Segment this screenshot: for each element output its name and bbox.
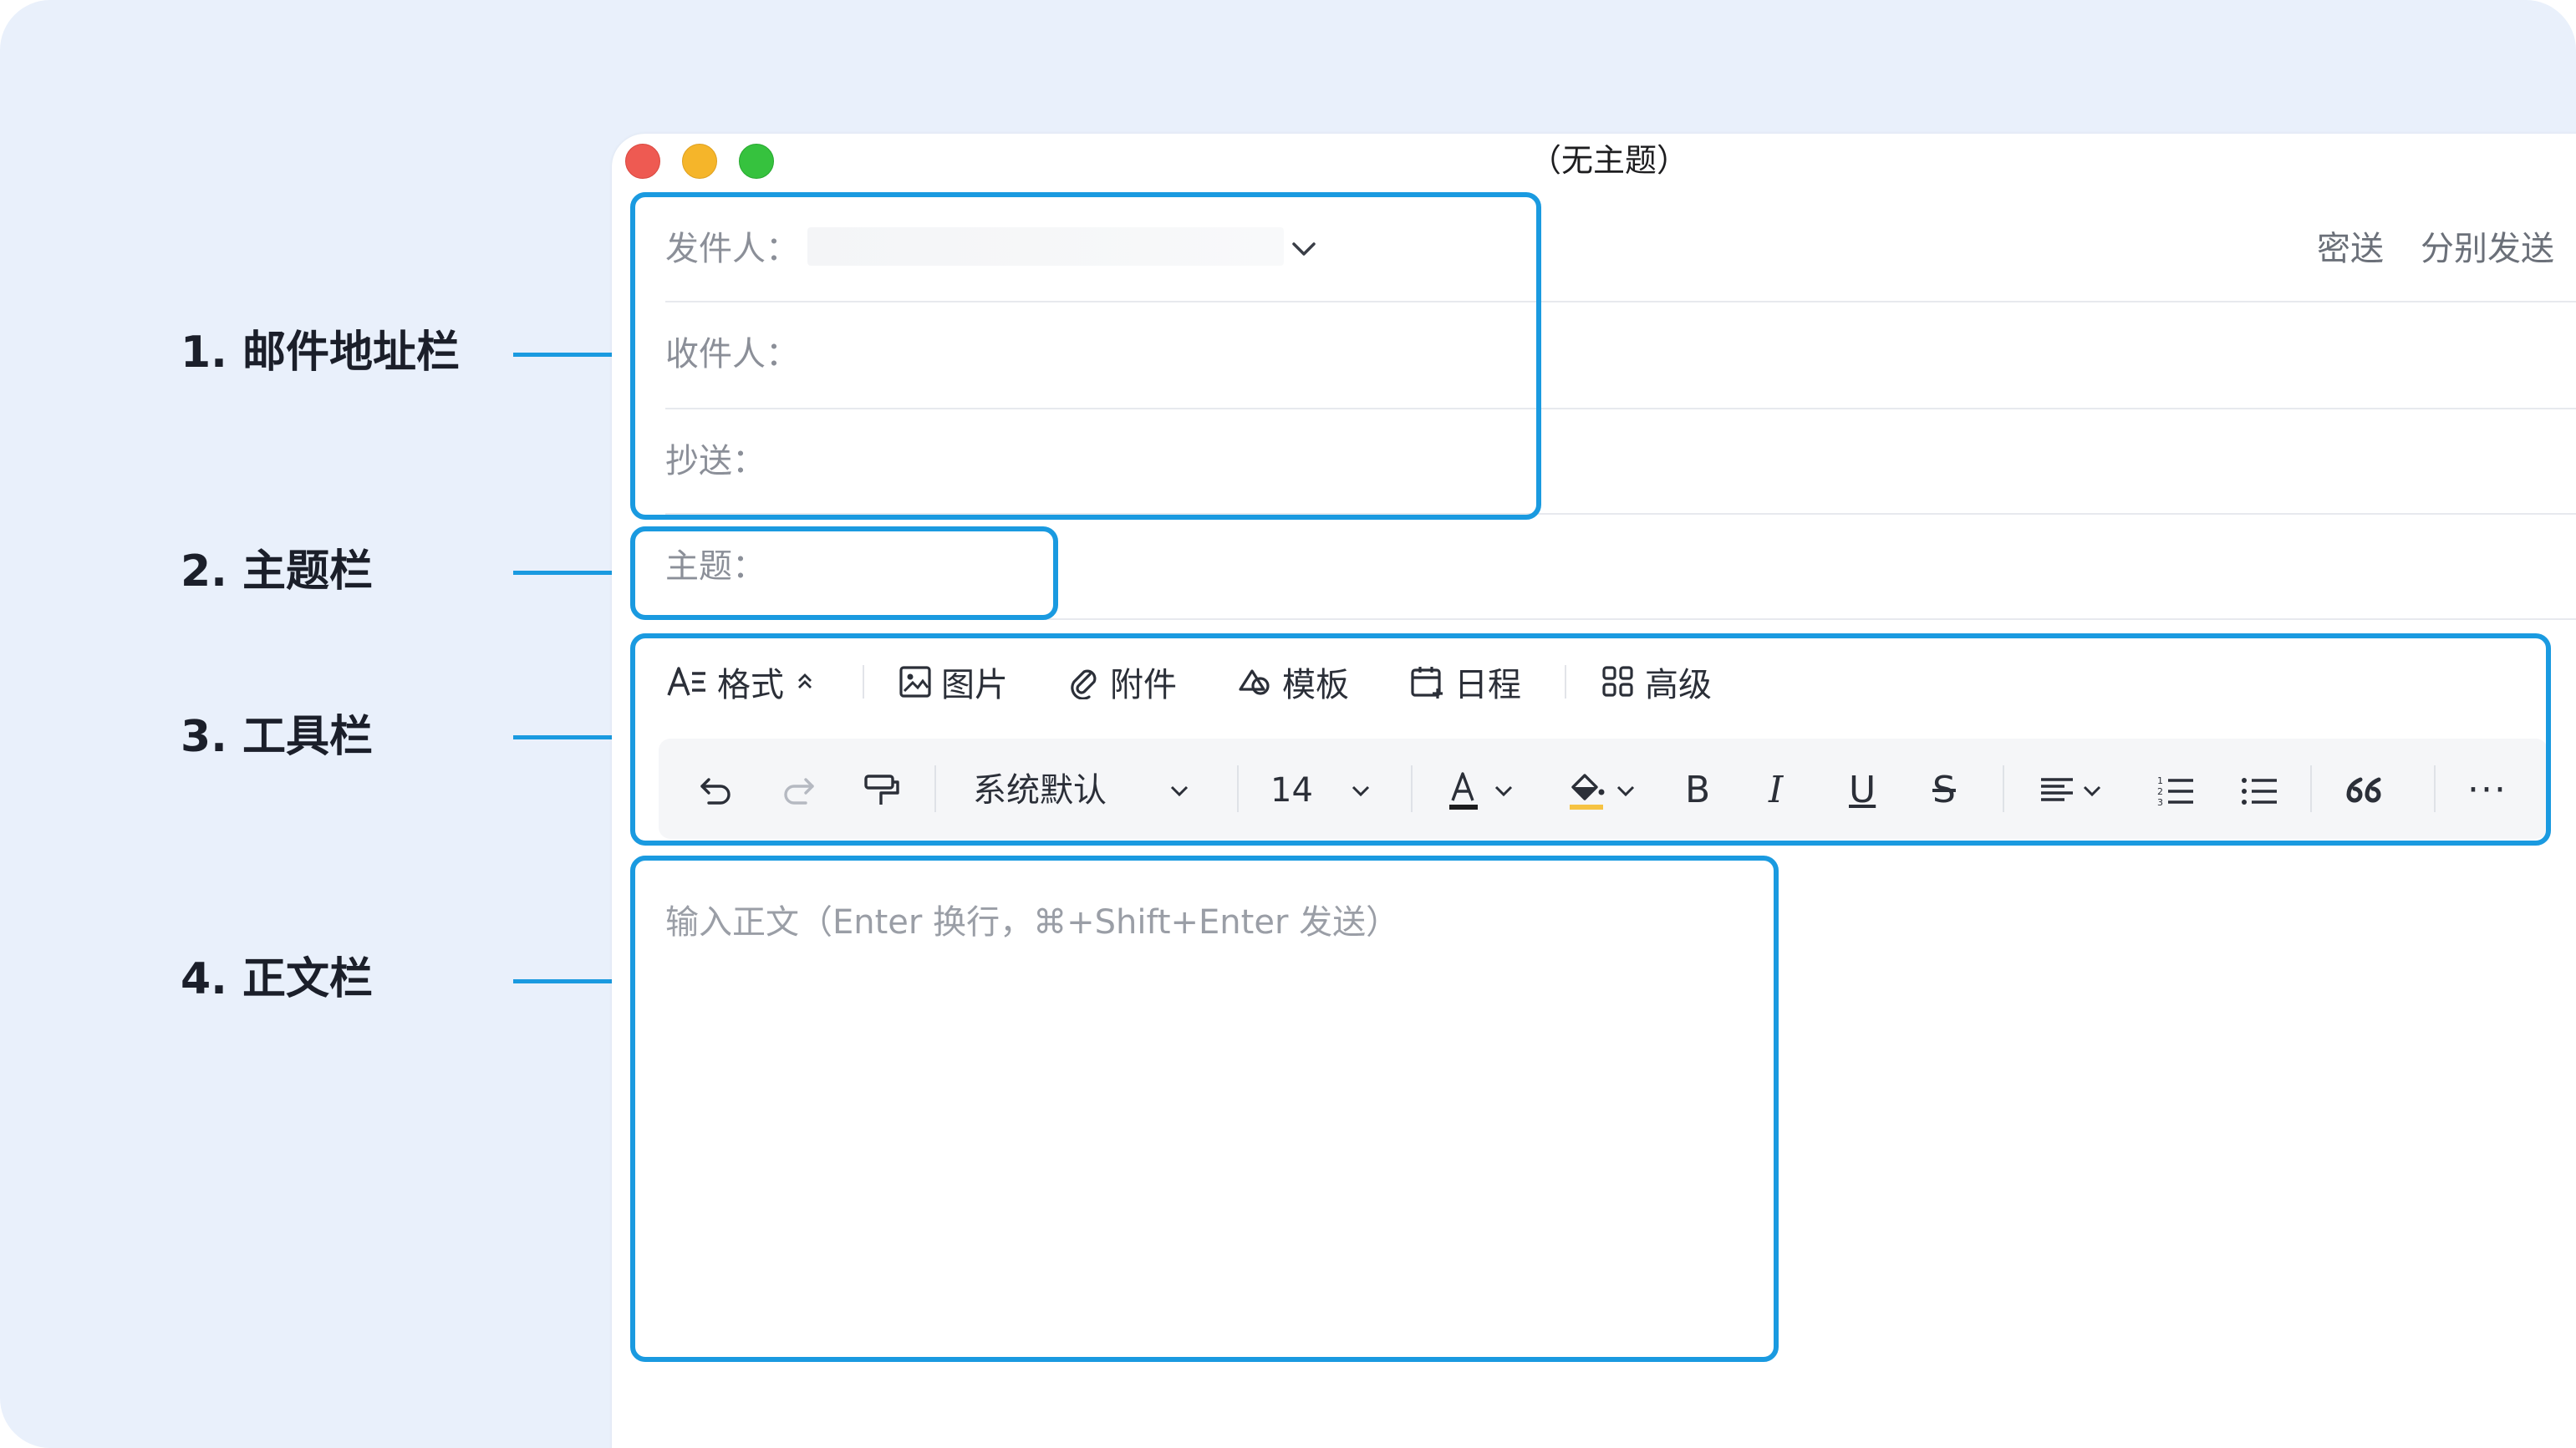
cc-input[interactable] [769,433,2474,486]
more-options-button[interactable]: ··· [2467,767,2507,814]
subject-input[interactable] [769,538,2474,592]
advanced-label: 高级 [1645,666,1712,704]
annotation-subject-bar-label: 2. 主题栏 [181,546,374,597]
body-editor[interactable] [640,869,1769,1352]
toolbar-separator [1411,765,1413,812]
align-button[interactable] [2036,767,2106,814]
chevron-down-icon [2083,785,2101,797]
format-painter-icon [864,775,899,805]
chevron-up-double-icon [798,673,812,688]
format-label: 格式 [717,666,784,704]
separate-send-button[interactable]: 分别发送 [2421,227,2554,271]
close-window-button[interactable] [625,144,660,179]
undo-button[interactable] [695,767,737,814]
sender-select[interactable] [807,227,1284,266]
window-title: （无主题） [1530,142,1689,179]
format-painter-button[interactable] [861,767,903,814]
toolbar-separator [1565,665,1566,699]
recipient-input[interactable] [807,326,2479,379]
toolbar-separator [1237,765,1239,812]
image-icon [899,666,931,698]
subject-label: 主题： [665,547,766,586]
underline-button[interactable]: U [1849,767,1876,814]
schedule-label: 日程 [1454,666,1521,704]
text-color-button[interactable] [1443,767,1518,814]
recipient-label: 收件人： [665,335,799,373]
redo-icon [784,778,814,805]
annotation-address-bar-label: 1. 邮件地址栏 [181,328,461,378]
toolbar-separator [863,665,864,699]
cc-label: 抄送： [665,442,766,480]
font-size-select[interactable]: 14 [1270,767,1375,814]
quote-button[interactable] [2344,767,2385,814]
bold-icon: B [1685,769,1711,811]
undo-icon [700,778,731,805]
text-color-icon [1449,772,1478,810]
toolbar-separator [934,765,936,812]
more-icon: ··· [2467,769,2507,811]
font-size-value: 14 [1270,771,1313,810]
svg-text:3: 3 [2157,797,2163,808]
toolbar-separator [2310,765,2312,812]
divider [665,408,2576,409]
grid-icon [1602,666,1633,697]
advanced-button[interactable]: 高级 [1600,660,1712,704]
divider [665,513,2576,515]
annotation-toolbar-label: 3. 工具栏 [181,712,374,762]
italic-button[interactable]: I [1769,767,1783,814]
calendar-icon [1411,667,1443,699]
divider [665,618,2576,620]
text-format-icon [667,667,705,696]
font-family-select[interactable]: 系统默认 [973,767,1194,814]
template-label: 模板 [1282,666,1349,704]
unordered-list-button[interactable] [2238,767,2280,814]
insert-image-button[interactable]: 图片 [898,660,1008,704]
strikethrough-icon: S [1932,769,1956,811]
font-family-value: 系统默认 [973,771,1107,810]
chevron-down-icon [1616,785,1635,797]
attachment-label: 附件 [1110,666,1177,704]
svg-text:2: 2 [2157,786,2163,797]
redo-button[interactable] [777,767,819,814]
svg-text:1: 1 [2157,775,2163,786]
highlight-color-button[interactable] [1565,767,1640,814]
image-label: 图片 [941,666,1008,704]
format-toggle-button[interactable]: 格式 [665,660,826,704]
toolbar-separator [2434,765,2436,812]
quote-icon [2346,777,2381,803]
underline-icon: U [1849,769,1876,811]
zoom-window-button[interactable] [739,144,774,179]
ordered-list-button[interactable]: 1 2 3 [2155,767,2197,814]
paint-bucket-icon [1570,774,1605,810]
align-left-icon [2041,778,2073,801]
bcc-button[interactable]: 密送 [2317,227,2384,271]
chevron-down-icon [1352,785,1369,797]
divider [665,301,2576,302]
schedule-button[interactable]: 日程 [1409,660,1521,704]
paperclip-icon [1071,669,1097,699]
toolbar-separator [2003,765,2004,812]
annotation-body-label: 4. 正文栏 [181,954,374,1004]
chevron-down-icon [1494,785,1513,797]
strikethrough-button[interactable]: S [1932,767,1956,814]
attachment-button[interactable]: 附件 [1067,660,1177,704]
italic-icon: I [1769,769,1784,811]
ordered-list-icon: 1 2 3 [2157,775,2193,808]
template-icon [1239,669,1270,695]
minimize-window-button[interactable] [682,144,717,179]
bold-button[interactable]: B [1685,767,1710,814]
chevron-down-icon [1170,785,1189,797]
chevron-down-icon[interactable] [1287,232,1321,266]
sender-label: 发件人： [665,230,799,268]
template-button[interactable]: 模板 [1235,660,1349,704]
unordered-list-icon [2242,778,2277,805]
